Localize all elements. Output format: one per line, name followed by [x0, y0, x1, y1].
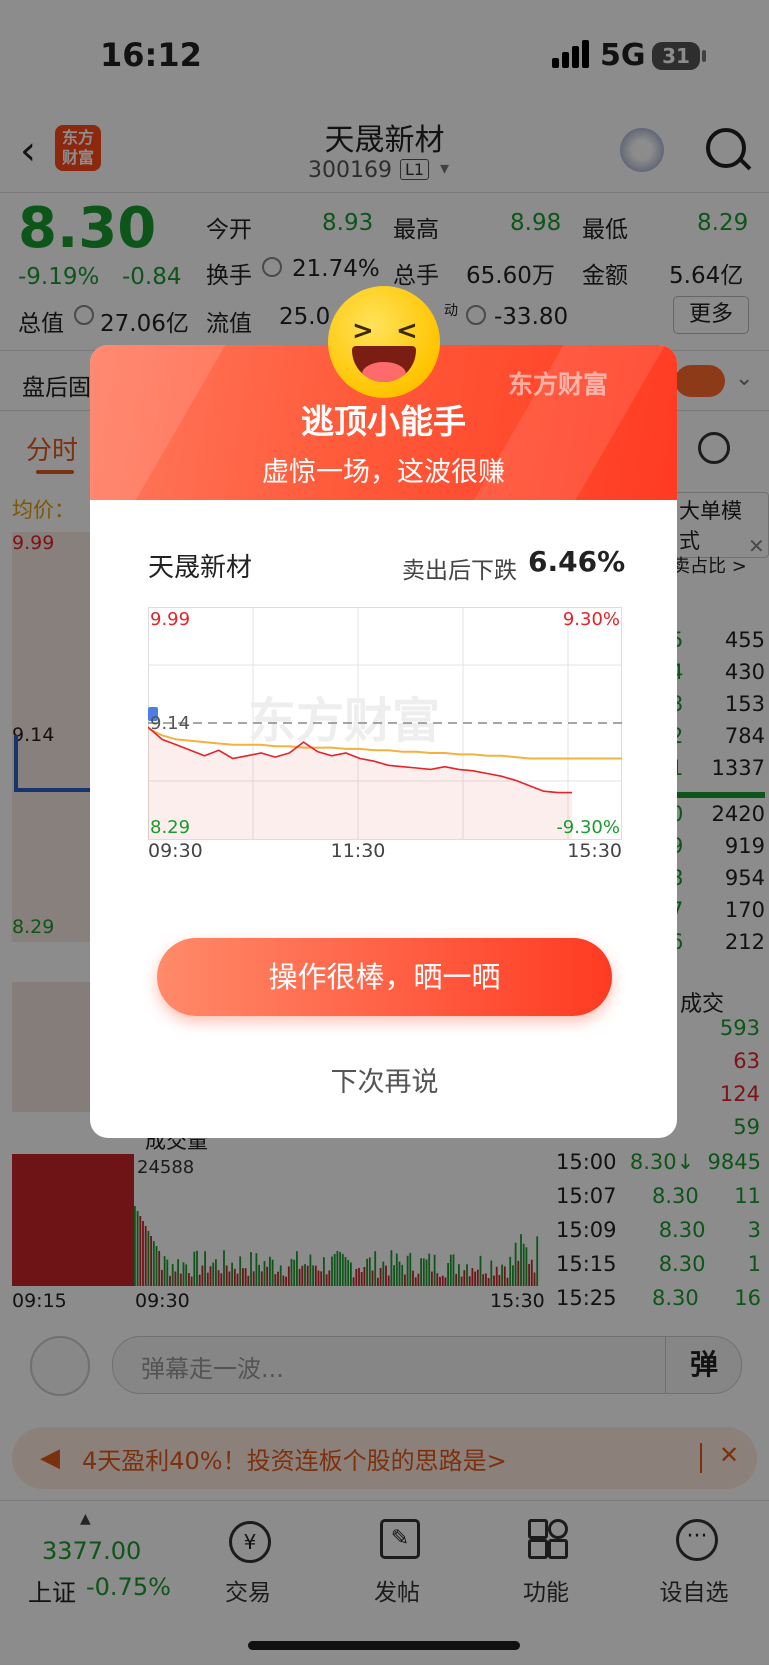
chart-xlabel-end: 15:30: [567, 840, 622, 857]
intraday-chart: 东方财富 9.99 9.30% 9.14 8.29 -9.30% 09:30 1…: [148, 607, 622, 857]
emoji-eye: <: [396, 316, 418, 346]
chart-yref: 9.14: [150, 713, 190, 734]
later-button[interactable]: 下次再说: [0, 1060, 769, 1099]
dialog-title: 逃顶小能手: [301, 402, 466, 441]
share-button[interactable]: 操作很棒，晒一晒: [157, 938, 612, 1016]
home-indicator: [248, 1641, 520, 1650]
drop-value: 6.46%: [528, 545, 626, 578]
chart-ymax: 9.99: [150, 609, 190, 630]
achievement-dialog: 东方财富 逃顶小能手 虚惊一场，这波很赚 天晟新材 卖出后下跌 6.46% 东方…: [90, 345, 677, 1138]
dialog-subtitle: 虚惊一场，这波很赚: [262, 457, 505, 488]
chart-xlabel-start: 09:30: [148, 840, 203, 857]
chart-pctmax: 9.30%: [563, 609, 620, 630]
chart-pctmin: -9.30%: [556, 817, 620, 838]
laughing-emoji-icon: > <: [328, 286, 440, 398]
drop-label: 卖出后下跌: [402, 558, 517, 584]
dialog-stock-name: 天晟新材: [148, 553, 253, 583]
emoji-eye: >: [352, 316, 374, 346]
chart-xlabel-mid: 11:30: [331, 840, 386, 857]
chart-ymin: 8.29: [150, 817, 190, 838]
emoji-mouth: [352, 346, 416, 382]
chart-watermark: 东方财富: [248, 693, 440, 749]
